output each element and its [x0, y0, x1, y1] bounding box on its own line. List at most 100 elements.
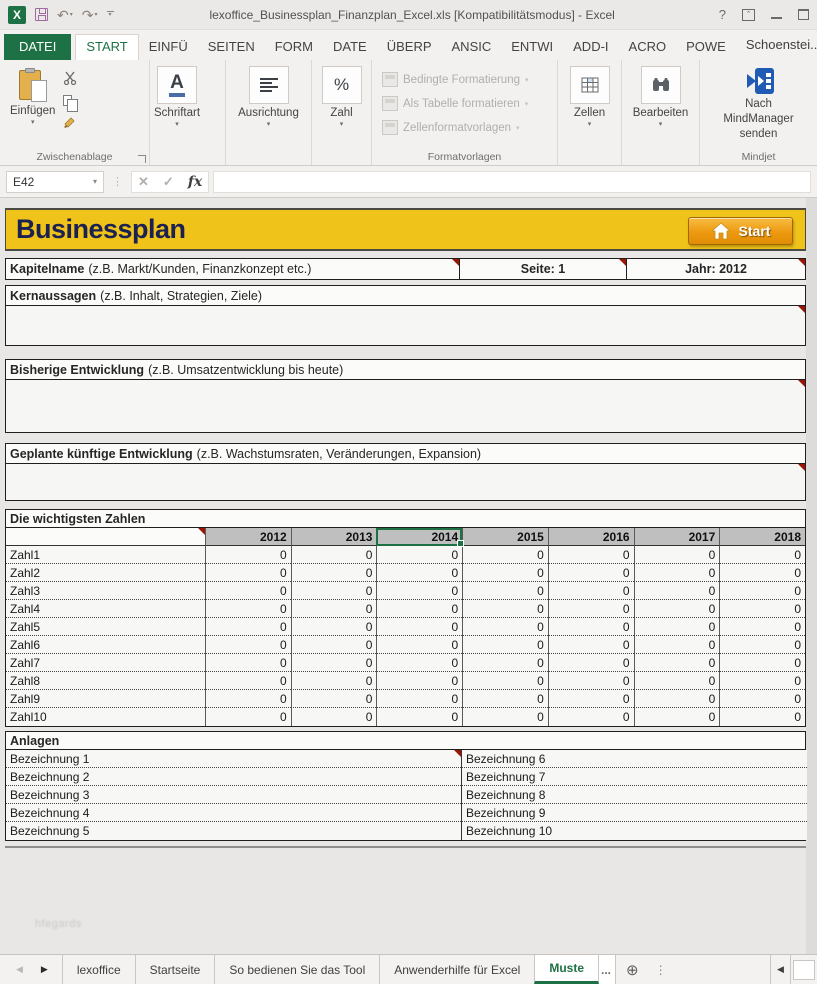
value-cell-zahl4-2015[interactable]: 0: [462, 600, 548, 618]
new-sheet-icon[interactable]: ⊕: [616, 955, 649, 984]
row-label-zahl3[interactable]: Zahl3: [6, 582, 205, 600]
sheet-tab-so-bedienen-sie-das-tool[interactable]: So bedienen Sie das Tool: [214, 955, 379, 984]
name-box[interactable]: E42 ▾: [6, 171, 104, 193]
ribbon-tab-powe[interactable]: POWE: [676, 34, 736, 60]
value-cell-zahl3-2018[interactable]: 0: [719, 582, 805, 600]
value-cell-zahl6-2015[interactable]: 0: [462, 636, 548, 654]
anlagen-cell-10[interactable]: Bezeichnung 10: [461, 822, 807, 840]
anlagen-cell-3[interactable]: Bezeichnung 3: [6, 786, 461, 804]
year-header-cell-2018[interactable]: 2018: [719, 528, 805, 546]
user-account[interactable]: Schoenstei... ▾: [736, 32, 817, 60]
year-header-cell-2012[interactable]: 2012: [205, 528, 291, 546]
value-cell-zahl8-2015[interactable]: 0: [462, 672, 548, 690]
value-cell-zahl5-2012[interactable]: 0: [205, 618, 291, 636]
value-cell-zahl9-2014[interactable]: 0: [376, 690, 462, 708]
cancel-icon[interactable]: ✕: [138, 174, 149, 190]
value-cell-zahl5-2018[interactable]: 0: [719, 618, 805, 636]
value-cell-zahl7-2012[interactable]: 0: [205, 654, 291, 672]
row-label-zahl9[interactable]: Zahl9: [6, 690, 205, 708]
value-cell-zahl2-2015[interactable]: 0: [462, 564, 548, 582]
value-cell-zahl4-2017[interactable]: 0: [634, 600, 720, 618]
sheet-tab-anwenderhilfe-f-r-excel[interactable]: Anwenderhilfe für Excel: [379, 955, 534, 984]
value-cell-zahl7-2018[interactable]: 0: [719, 654, 805, 672]
value-cell-zahl7-2017[interactable]: 0: [634, 654, 720, 672]
sheet-tab-options-icon[interactable]: ⋮: [649, 955, 673, 984]
value-cell-zahl2-2013[interactable]: 0: [291, 564, 377, 582]
ribbon-display-options-icon[interactable]: ⌃: [742, 9, 755, 21]
value-cell-zahl6-2012[interactable]: 0: [205, 636, 291, 654]
geplante-entwicklung-input-area[interactable]: [5, 464, 806, 501]
value-cell-zahl1-2014[interactable]: 0: [376, 546, 462, 564]
value-cell-zahl8-2017[interactable]: 0: [634, 672, 720, 690]
kernaussagen-header[interactable]: Kernaussagen (z.B. Inhalt, Strategien, Z…: [5, 285, 806, 306]
value-cell-zahl3-2013[interactable]: 0: [291, 582, 377, 600]
font-button[interactable]: A Schriftart ▾: [154, 64, 200, 149]
value-cell-zahl6-2018[interactable]: 0: [719, 636, 805, 654]
anlagen-cell-1[interactable]: Bezeichnung 1: [6, 750, 461, 768]
value-cell-zahl3-2016[interactable]: 0: [548, 582, 634, 600]
value-cell-zahl7-2015[interactable]: 0: [462, 654, 548, 672]
geplante-entwicklung-header[interactable]: Geplante künftige Entwicklung (z.B. Wach…: [5, 443, 806, 464]
bisherige-entwicklung-input-area[interactable]: [5, 380, 806, 433]
value-cell-zahl4-2014[interactable]: 0: [376, 600, 462, 618]
maximize-icon[interactable]: [798, 9, 809, 20]
value-cell-zahl10-2012[interactable]: 0: [205, 708, 291, 726]
value-cell-zahl1-2018[interactable]: 0: [719, 546, 805, 564]
anlagen-cell-4[interactable]: Bezeichnung 4: [6, 804, 461, 822]
editing-button[interactable]: Bearbeiten ▾: [626, 64, 695, 149]
bisherige-entwicklung-header[interactable]: Bisherige Entwicklung (z.B. Umsatzentwic…: [5, 359, 806, 380]
value-cell-zahl2-2017[interactable]: 0: [634, 564, 720, 582]
value-cell-zahl7-2013[interactable]: 0: [291, 654, 377, 672]
value-cell-zahl2-2016[interactable]: 0: [548, 564, 634, 582]
enter-icon[interactable]: ✓: [163, 174, 174, 190]
value-cell-zahl8-2014[interactable]: 0: [376, 672, 462, 690]
save-icon[interactable]: [35, 8, 48, 21]
formula-input[interactable]: [213, 171, 811, 193]
value-cell-zahl4-2013[interactable]: 0: [291, 600, 377, 618]
value-cell-zahl7-2014[interactable]: 0: [376, 654, 462, 672]
row-label-zahl5[interactable]: Zahl5: [6, 618, 205, 636]
value-cell-zahl10-2018[interactable]: 0: [719, 708, 805, 726]
value-cell-zahl9-2018[interactable]: 0: [719, 690, 805, 708]
year-header-cell-2014[interactable]: 2014: [376, 528, 462, 546]
value-cell-zahl6-2016[interactable]: 0: [548, 636, 634, 654]
value-cell-zahl4-2016[interactable]: 0: [548, 600, 634, 618]
value-cell-zahl10-2014[interactable]: 0: [376, 708, 462, 726]
ribbon-tab-add-i[interactable]: ADD-I: [563, 34, 618, 60]
value-cell-zahl1-2017[interactable]: 0: [634, 546, 720, 564]
name-box-dropdown-icon[interactable]: ▾: [93, 177, 97, 186]
anlagen-cell-6[interactable]: Bezeichnung 6: [461, 750, 807, 768]
value-cell-zahl7-2016[interactable]: 0: [548, 654, 634, 672]
anlagen-cell-7[interactable]: Bezeichnung 7: [461, 768, 807, 786]
redo-icon[interactable]: ↷▾: [82, 7, 98, 23]
year-header-cell-2015[interactable]: 2015: [462, 528, 548, 546]
row-label-zahl1[interactable]: Zahl1: [6, 546, 205, 564]
start-button[interactable]: Start: [688, 217, 793, 245]
value-cell-zahl10-2015[interactable]: 0: [462, 708, 548, 726]
ribbon-tab-date[interactable]: DATE: [323, 34, 377, 60]
value-cell-zahl5-2016[interactable]: 0: [548, 618, 634, 636]
ribbon-tab-ansic[interactable]: ANSIC: [442, 34, 502, 60]
value-cell-zahl1-2015[interactable]: 0: [462, 546, 548, 564]
help-icon[interactable]: ?: [719, 8, 726, 22]
customize-qat-icon[interactable]: ▾: [107, 11, 114, 18]
ribbon-tab--berp[interactable]: ÜBERP: [377, 34, 442, 60]
value-cell-zahl9-2017[interactable]: 0: [634, 690, 720, 708]
sheet-nav-next-icon[interactable]: ▶: [41, 964, 48, 975]
value-cell-zahl4-2018[interactable]: 0: [719, 600, 805, 618]
anlagen-cell-9[interactable]: Bezeichnung 9: [461, 804, 807, 822]
ribbon-tab-acro[interactable]: ACRO: [619, 34, 677, 60]
ribbon-tab-seiten[interactable]: SEITEN: [198, 34, 265, 60]
anlagen-cell-5[interactable]: Bezeichnung 5: [6, 822, 461, 840]
scroll-left-icon[interactable]: ◀: [771, 955, 791, 984]
format-painter-button[interactable]: [63, 114, 78, 130]
value-cell-zahl9-2012[interactable]: 0: [205, 690, 291, 708]
anlagen-cell-8[interactable]: Bezeichnung 8: [461, 786, 807, 804]
value-cell-zahl5-2015[interactable]: 0: [462, 618, 548, 636]
seite-cell[interactable]: Seite: 1: [460, 258, 627, 280]
sheet-tab-muste[interactable]: Muste: [534, 955, 599, 984]
value-cell-zahl4-2012[interactable]: 0: [205, 600, 291, 618]
value-cell-zahl5-2017[interactable]: 0: [634, 618, 720, 636]
ribbon-tab-start[interactable]: START: [75, 34, 138, 60]
alignment-button[interactable]: Ausrichtung ▾: [230, 64, 307, 149]
